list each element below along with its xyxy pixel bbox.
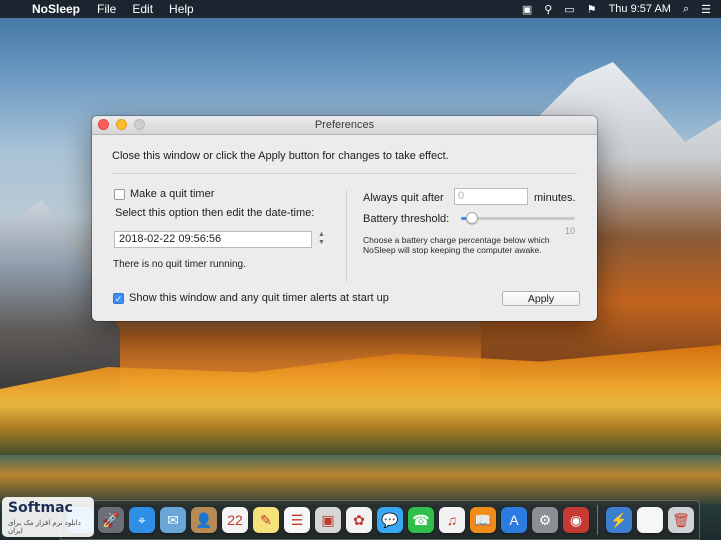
always-quit-input[interactable]: 0	[454, 188, 528, 205]
window-controls	[98, 119, 145, 130]
menu-bar: NoSleep File Edit Help ▣ ⚲ ▭ ⚑ Thu 9:57 …	[0, 0, 721, 18]
stepper-down-icon[interactable]: ▼	[317, 239, 326, 247]
messages-icon[interactable]: 💬	[377, 507, 403, 533]
flag-us-icon[interactable]: ⚑	[587, 3, 597, 16]
menu-clock[interactable]: Thu 9:57 AM	[609, 3, 671, 15]
slider-knob[interactable]	[466, 212, 479, 224]
quit-timer-status: There is no quit timer running.	[113, 259, 246, 270]
ibooks-icon[interactable]: 📖	[470, 507, 496, 533]
app-menu[interactable]: NoSleep	[30, 2, 89, 16]
app-store-icon[interactable]: A	[501, 507, 527, 533]
show-alerts-label: Show this window and any quit timer aler…	[129, 292, 389, 304]
contacts-icon[interactable]: 👤	[191, 507, 217, 533]
instructions-text: Close this window or click the Apply but…	[112, 150, 449, 162]
launchpad-icon[interactable]: 🚀	[98, 507, 124, 533]
status-area: ▣ ⚲ ▭ ⚑ Thu 9:57 AM ⌕ ☰	[522, 3, 721, 16]
softmac-watermark: Softmac دانلود نرم افزار مک برای ایران	[2, 497, 94, 537]
lake-reflection	[0, 455, 721, 505]
preview-icon[interactable]: ▣	[315, 507, 341, 533]
preferences-window: Preferences Close this window or click t…	[92, 116, 597, 321]
satellite-icon[interactable]: ⚲	[544, 3, 552, 16]
system-preferences-icon[interactable]: ⚙	[532, 507, 558, 533]
minutes-label: minutes.	[534, 192, 576, 204]
notes-icon[interactable]: ✎	[253, 507, 279, 533]
safari-icon[interactable]: ⌖	[129, 507, 155, 533]
show-alerts-checkbox[interactable]: ✓	[113, 292, 124, 304]
photo-booth-icon[interactable]: ◉	[563, 507, 589, 533]
battery-threshold-label: Battery threshold:	[363, 213, 450, 225]
calendar-icon[interactable]: 22	[222, 507, 248, 533]
display-icon[interactable]: ▣	[522, 3, 532, 16]
always-quit-label: Always quit after	[363, 192, 444, 204]
watermark-tagline: دانلود نرم افزار مک برای ایران	[8, 519, 81, 535]
minimize-button[interactable]	[116, 119, 127, 130]
file-menu[interactable]: File	[89, 2, 124, 16]
quit-timer-label: Make a quit timer	[130, 188, 215, 200]
title-bar[interactable]: Preferences	[92, 116, 597, 135]
menu-list-icon[interactable]: ☰	[701, 3, 711, 16]
dock-separator	[597, 505, 598, 535]
search-icon[interactable]: ⌕	[683, 3, 689, 16]
trash-icon[interactable]: 🗑	[668, 507, 694, 533]
airplay-icon[interactable]: ▭	[564, 3, 574, 16]
itunes-icon[interactable]: ♫	[439, 507, 465, 533]
close-button[interactable]	[98, 119, 109, 130]
quit-timer-option[interactable]: Make a quit timer	[114, 188, 214, 200]
stepper-up-icon[interactable]: ▲	[317, 231, 326, 239]
datetime-stepper[interactable]: ▲ ▼	[317, 231, 326, 248]
dock: ☺🚀⌖✉👤22✎☰▣✿💬☎♫📖A⚙◉⚡🗑	[60, 500, 700, 540]
mail-icon[interactable]: ✉	[160, 507, 186, 533]
horizontal-divider	[112, 173, 577, 174]
zoom-button[interactable]	[134, 119, 145, 130]
vertical-divider	[346, 190, 347, 282]
datetime-field[interactable]: 2018-02-22 09:56:56	[114, 231, 312, 248]
nosleep-icon[interactable]: ⚡	[606, 507, 632, 533]
help-menu[interactable]: Help	[161, 2, 202, 16]
watermark-logo: Softmac	[8, 500, 73, 516]
quit-timer-checkbox[interactable]	[114, 188, 125, 200]
reminders-icon[interactable]: ☰	[284, 507, 310, 533]
edit-menu[interactable]: Edit	[124, 2, 161, 16]
document-icon[interactable]	[637, 507, 663, 533]
facetime-icon[interactable]: ☎	[408, 507, 434, 533]
battery-threshold-slider[interactable]	[461, 212, 575, 224]
photos-icon[interactable]: ✿	[346, 507, 372, 533]
show-alerts-option[interactable]: ✓ Show this window and any quit timer al…	[113, 292, 389, 304]
battery-help-text: Choose a battery charge percentage below…	[363, 235, 550, 255]
window-title: Preferences	[314, 119, 375, 131]
quit-timer-help: Select this option then edit the date-ti…	[115, 207, 315, 219]
apply-button[interactable]: Apply	[502, 291, 580, 306]
